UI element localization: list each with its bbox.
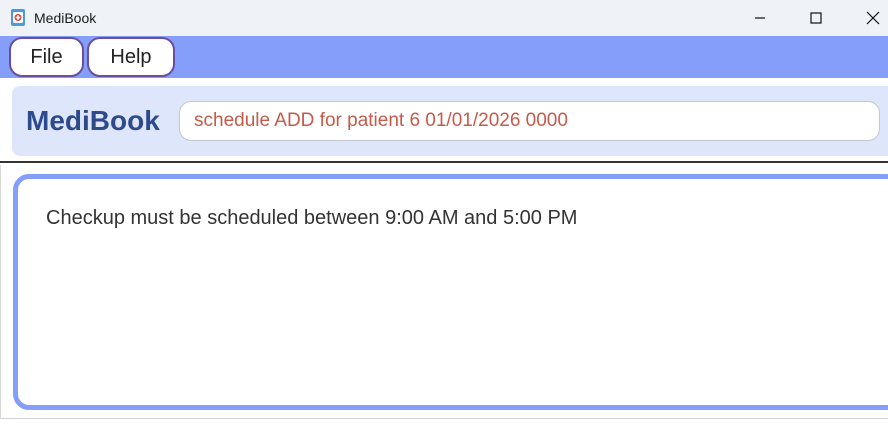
file-menu-button[interactable]: File xyxy=(9,37,84,77)
minimize-icon xyxy=(755,17,765,19)
result-message: Checkup must be scheduled between 9:00 A… xyxy=(46,207,578,229)
help-menu-button[interactable]: Help xyxy=(87,37,175,77)
maximize-icon xyxy=(810,12,822,24)
window-title: MediBook xyxy=(34,10,97,26)
close-icon xyxy=(866,11,880,25)
title-bar: MediBook xyxy=(0,0,888,36)
medibook-app-icon xyxy=(11,9,25,26)
result-display[interactable]: Checkup must be scheduled between 9:00 A… xyxy=(13,174,888,410)
maximize-button[interactable] xyxy=(793,0,839,36)
left-border xyxy=(0,165,1,419)
brand-title: MediBook xyxy=(26,105,160,136)
close-button[interactable] xyxy=(850,0,888,36)
menu-bar: File Help xyxy=(0,36,888,78)
separator xyxy=(0,161,888,163)
status-divider xyxy=(0,418,888,419)
command-panel: MediBook schedule ADD for patient 6 01/0… xyxy=(12,86,888,156)
command-input[interactable]: schedule ADD for patient 6 01/01/2026 00… xyxy=(179,101,880,141)
minimize-button[interactable] xyxy=(737,0,783,36)
